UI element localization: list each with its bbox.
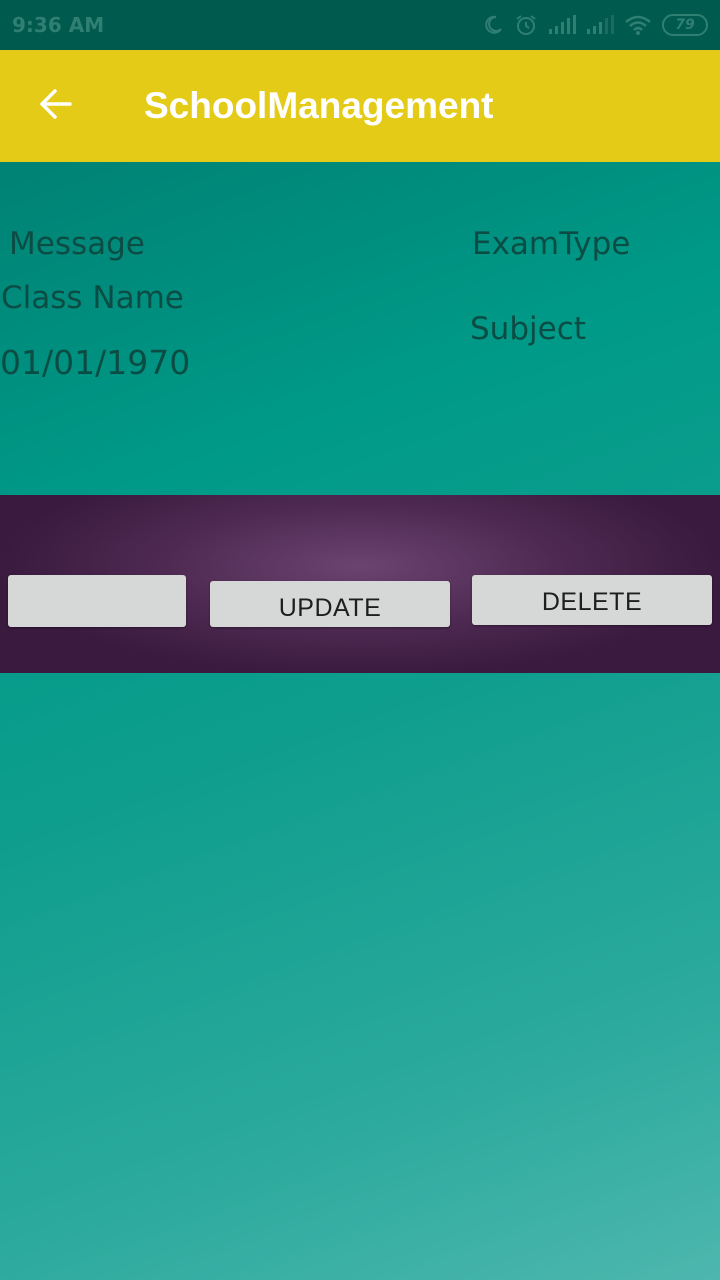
arrow-left-icon [38,86,74,126]
date-text: 01/01/1970 [0,343,191,382]
back-button[interactable] [0,50,112,162]
page-title: SchoolManagement [144,85,494,126]
subject-text: Subject [470,311,586,347]
app-bar: SchoolManagement [0,50,720,162]
status-time: 9:36 AM [12,13,105,37]
signal-icon [548,15,576,35]
status-icons: 79 [482,13,708,37]
status-bar: 9:36 AM 79 [0,0,720,50]
moon-icon [482,14,504,36]
battery-icon: 79 [662,14,708,36]
blank-button[interactable] [8,575,186,627]
wifi-icon [624,14,652,36]
delete-button[interactable]: DELETE [472,575,712,625]
exam-type-text: ExamType [472,226,631,262]
message-text: Message [9,226,145,262]
class-name-text: Class Name [1,280,184,316]
signal-weak-icon [586,15,614,35]
update-button[interactable]: UPDATE [210,581,450,627]
alarm-icon [514,13,538,37]
